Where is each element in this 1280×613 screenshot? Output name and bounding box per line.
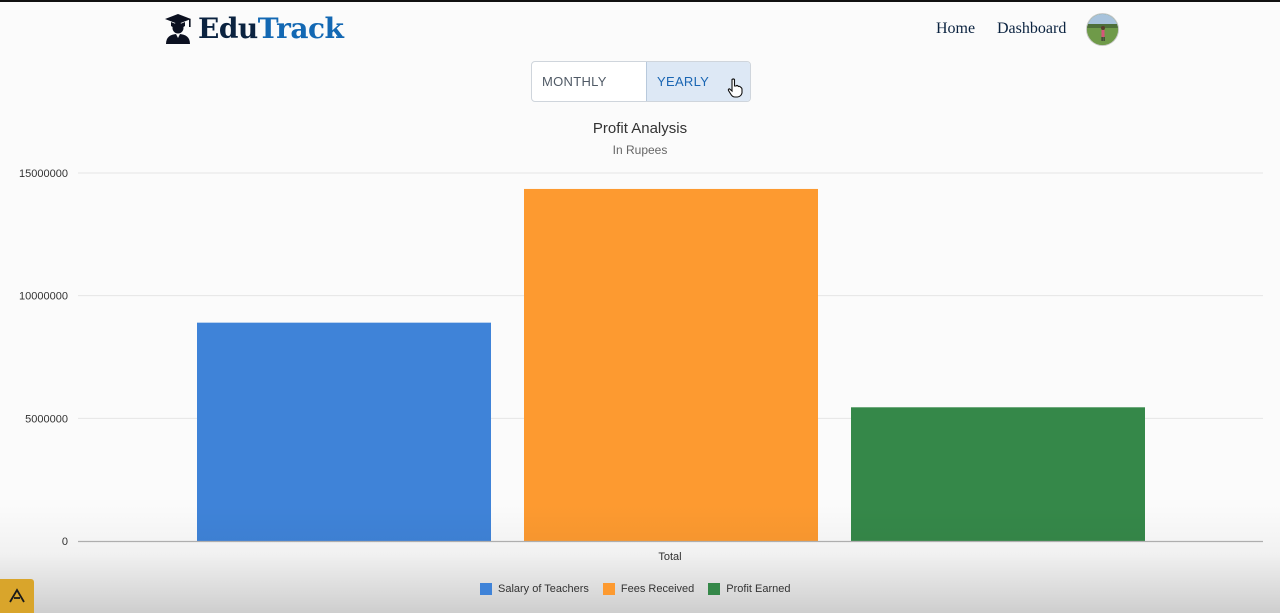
logo-text-edu: Edu bbox=[198, 12, 258, 45]
legend-item[interactable]: Salary of Teachers bbox=[480, 583, 589, 595]
legend-swatch bbox=[480, 583, 492, 595]
y-tick-label: 0 bbox=[62, 536, 68, 548]
legend-item[interactable]: Fees Received bbox=[602, 583, 695, 595]
nav-home-link[interactable]: Home bbox=[936, 20, 975, 38]
bar-profit-earned bbox=[851, 407, 1145, 541]
legend-item[interactable]: Profit Earned bbox=[708, 583, 790, 595]
chart-legend: Salary of Teachers Fees Received Profit Ea… bbox=[480, 583, 804, 595]
chart-subtitle: In Rupees bbox=[612, 143, 668, 157]
app-logo[interactable]: EduTrack bbox=[164, 12, 344, 45]
legend-swatch bbox=[708, 583, 721, 595]
chart-title: Profit Analysis bbox=[592, 120, 688, 137]
legend-swatch bbox=[602, 583, 615, 595]
legend-label: Fees Received bbox=[620, 583, 695, 595]
logo-text-track: Track bbox=[257, 12, 344, 45]
legend-label: Profit Earned bbox=[726, 583, 791, 595]
bar-salary-of-teachers bbox=[197, 322, 491, 541]
user-avatar[interactable] bbox=[1087, 14, 1118, 45]
profit-chart: 0 5000000 10000000 15000000 Total bbox=[19, 168, 1263, 563]
y-tick-label: 10000000 bbox=[19, 291, 68, 303]
logo-text: EduTrack bbox=[198, 12, 344, 45]
bar-fees-received bbox=[524, 188, 818, 542]
view-toggle: MONTHLY VIEW YEARLY VIEW bbox=[531, 61, 751, 102]
window-top-border bbox=[0, 0, 1280, 2]
legend-label: Salary of Teachers bbox=[498, 583, 589, 595]
monthly-view-button[interactable]: MONTHLY VIEW bbox=[532, 62, 646, 101]
hand-pointer-icon bbox=[727, 78, 743, 102]
graduate-icon bbox=[164, 13, 192, 45]
y-tick-label: 5000000 bbox=[25, 413, 68, 425]
nav-dashboard-link[interactable]: Dashboard bbox=[997, 20, 1066, 38]
app-badge-icon[interactable] bbox=[0, 579, 34, 613]
x-tick-label: Total bbox=[658, 551, 681, 563]
y-tick-label: 15000000 bbox=[19, 168, 68, 180]
